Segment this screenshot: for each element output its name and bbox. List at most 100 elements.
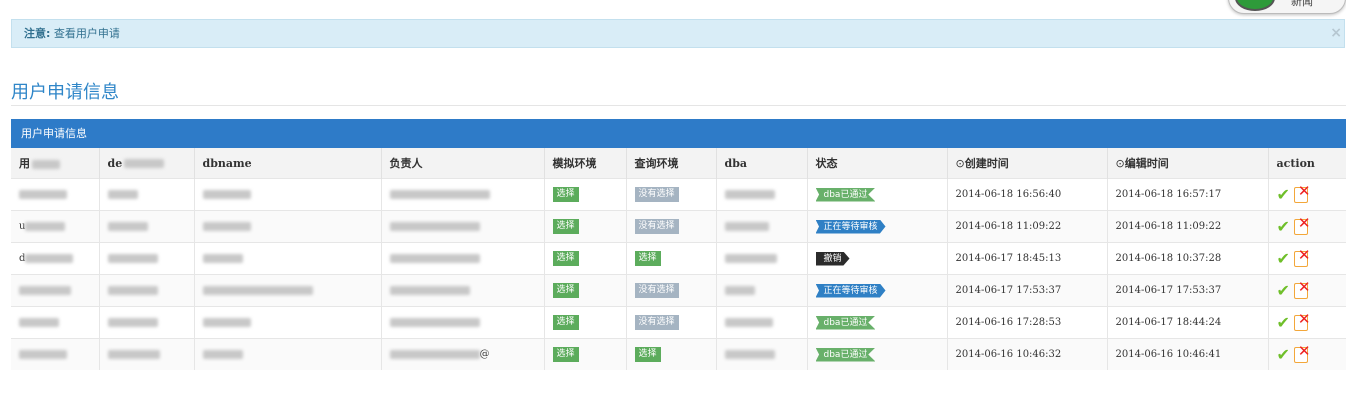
applications-panel: 用户申请信息 用 de dbname 负责人 模拟环境 查询环境 dba 状态 … — [11, 119, 1346, 370]
cell-dbname — [194, 210, 382, 243]
cell-status: 撤销 — [807, 242, 948, 275]
cell-dba — [716, 242, 808, 275]
cell-created: 2014-06-17 18:45:13 — [947, 242, 1108, 275]
redacted-text — [19, 318, 59, 327]
redacted-text — [202, 190, 251, 199]
column-header[interactable]: 用 — [11, 148, 100, 179]
redacted-text — [724, 190, 775, 199]
cell-dept — [99, 210, 195, 243]
column-header[interactable]: ⊙创建时间 — [947, 148, 1108, 179]
column-header[interactable]: dba — [716, 148, 808, 179]
cell-dept — [99, 178, 195, 211]
query-env-tag[interactable]: 没有选择 — [634, 219, 679, 234]
column-header[interactable]: ⊙编辑时间 — [1107, 148, 1269, 179]
widget-label: 新闻 — [1291, 0, 1313, 8]
cell-status: 正在等待审核 — [807, 274, 948, 307]
cell-action: ✔ ✕ — [1268, 338, 1346, 370]
sim-env-tag[interactable]: 选择 — [552, 315, 579, 330]
redacted-text — [724, 318, 773, 327]
cell-user: d — [11, 242, 100, 275]
cell-sim-env: 选择 — [544, 306, 627, 339]
cell-dba — [716, 306, 808, 339]
redacted-text — [107, 318, 158, 327]
sim-env-tag[interactable]: 选择 — [552, 283, 579, 298]
reject-cancel-icon[interactable]: ✕ — [1293, 246, 1310, 267]
cell-dept — [99, 274, 195, 307]
top-right-widget[interactable]: 新闻 — [1228, 0, 1346, 14]
panel-heading: 用户申请信息 — [11, 119, 1346, 148]
sim-env-tag[interactable]: 选择 — [552, 187, 579, 202]
cell-query-env: 没有选择 — [626, 178, 717, 211]
cell-owner — [381, 274, 545, 307]
redacted-text — [724, 222, 769, 231]
cell-created: 2014-06-18 16:56:40 — [947, 178, 1108, 211]
cell-dbname — [194, 242, 382, 275]
cell-dba — [716, 178, 808, 211]
approve-check-icon[interactable]: ✔ — [1277, 314, 1290, 331]
cell-created: 2014-06-16 10:46:32 — [947, 338, 1108, 370]
redacted-text — [124, 159, 165, 168]
cell-owner — [381, 178, 545, 211]
approve-check-icon[interactable]: ✔ — [1277, 346, 1290, 363]
cell-status: 正在等待审核 — [807, 210, 948, 243]
reject-cancel-icon[interactable]: ✕ — [1293, 342, 1310, 363]
sim-env-tag[interactable]: 选择 — [552, 251, 579, 266]
reject-cancel-icon[interactable]: ✕ — [1293, 310, 1310, 331]
column-header[interactable]: 模拟环境 — [544, 148, 627, 179]
query-env-tag[interactable]: 没有选择 — [634, 187, 679, 202]
close-icon[interactable]: × — [1330, 20, 1342, 47]
column-header[interactable]: 负责人 — [381, 148, 545, 179]
cell-edited: 2014-06-18 16:57:17 — [1107, 178, 1269, 211]
reject-cancel-icon[interactable]: ✕ — [1293, 214, 1310, 235]
cell-status: dba已通过 — [807, 338, 948, 370]
table-row: 选择 没有选择 正在等待审核 2014-06-17 17:53:37 2014-… — [11, 274, 1346, 307]
applications-table: 用 de dbname 负责人 模拟环境 查询环境 dba 状态 ⊙创建时间 ⊙… — [11, 148, 1346, 370]
status-badge: dba已通过 — [815, 347, 876, 362]
cell-edited: 2014-06-16 10:46:41 — [1107, 338, 1269, 370]
cell-action: ✔ ✕ — [1268, 178, 1346, 211]
column-header[interactable]: 查询环境 — [626, 148, 717, 179]
query-env-tag[interactable]: 选择 — [634, 251, 661, 266]
cell-dept — [99, 338, 195, 370]
approve-check-icon[interactable]: ✔ — [1277, 250, 1290, 267]
redacted-text — [389, 350, 480, 359]
cell-sim-env: 选择 — [544, 178, 627, 211]
cell-query-env: 选择 — [626, 338, 717, 370]
query-env-tag[interactable]: 选择 — [634, 347, 661, 362]
cell-query-env: 没有选择 — [626, 306, 717, 339]
status-circle-icon — [1235, 0, 1275, 11]
cell-status: dba已通过 — [807, 178, 948, 211]
cell-dbname — [194, 274, 382, 307]
cell-status: dba已通过 — [807, 306, 948, 339]
approve-check-icon[interactable]: ✔ — [1277, 218, 1290, 235]
cell-created: 2014-06-17 17:53:37 — [947, 274, 1108, 307]
sim-env-tag[interactable]: 选择 — [552, 219, 579, 234]
cell-query-env: 没有选择 — [626, 210, 717, 243]
cell-query-env: 没有选择 — [626, 274, 717, 307]
cell-user: u — [11, 210, 100, 243]
approve-check-icon[interactable]: ✔ — [1277, 186, 1290, 203]
redacted-text — [389, 318, 480, 327]
redacted-text — [724, 350, 775, 359]
cell-dba — [716, 210, 808, 243]
approve-check-icon[interactable]: ✔ — [1277, 282, 1290, 299]
owner-suffix: @ — [479, 349, 490, 360]
column-header[interactable]: dbname — [194, 148, 382, 179]
query-env-tag[interactable]: 没有选择 — [634, 315, 679, 330]
cell-sim-env: 选择 — [544, 210, 627, 243]
cell-action: ✔ ✕ — [1268, 242, 1346, 275]
cell-dbname — [194, 178, 382, 211]
redacted-text — [724, 286, 755, 295]
status-badge: 正在等待审核 — [815, 219, 886, 234]
query-env-tag[interactable]: 没有选择 — [634, 283, 679, 298]
column-header[interactable]: 状态 — [807, 148, 948, 179]
sim-env-tag[interactable]: 选择 — [552, 347, 579, 362]
redacted-text — [107, 350, 160, 359]
reject-cancel-icon[interactable]: ✕ — [1293, 182, 1310, 203]
cell-sim-env: 选择 — [544, 274, 627, 307]
reject-cancel-icon[interactable]: ✕ — [1293, 278, 1310, 299]
alert-label: 注意: — [24, 27, 51, 40]
column-header[interactable]: de — [99, 148, 195, 179]
redacted-text — [25, 222, 66, 231]
redacted-text — [389, 254, 480, 263]
